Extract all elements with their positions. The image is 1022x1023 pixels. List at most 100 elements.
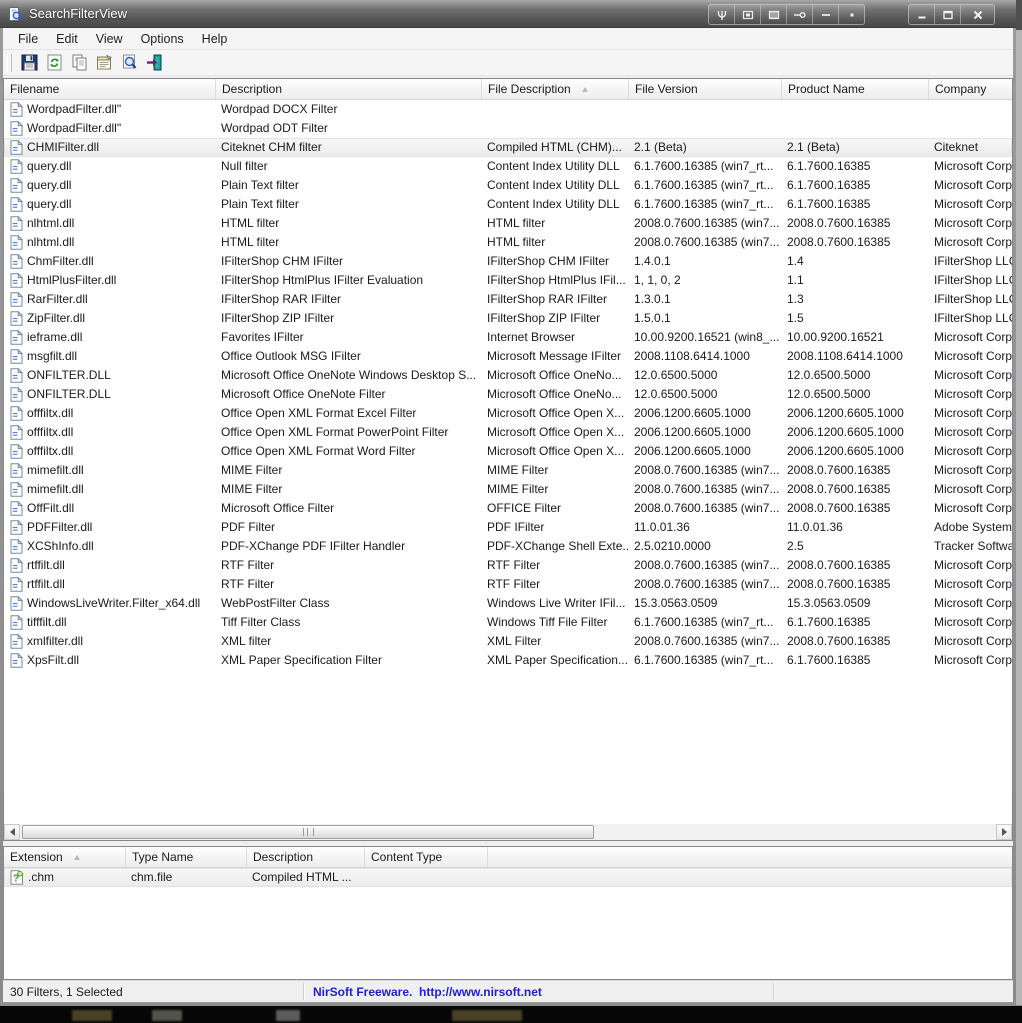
table-row[interactable]: WordpadFilter.dll" Wordpad ODT Filter [4, 119, 1012, 138]
filename-cell: msgfilt.dll [4, 347, 216, 366]
table-row[interactable]: RarFilter.dll IFilterShop RAR IFilter IF… [4, 290, 1012, 309]
column-header[interactable]: Company [929, 79, 1012, 99]
file-version-cell: 2008.0.7600.16385 (win7... [634, 558, 780, 572]
column-header[interactable]: Product Name [782, 79, 929, 99]
maximize-button[interactable] [935, 5, 961, 24]
app-icon [7, 6, 23, 22]
file-version-cell: 12.0.6500.5000 [634, 387, 718, 401]
extensions-list: Extension Type Name Description Content … [3, 846, 1013, 980]
file-version-cell: 1.3.0.1 [634, 292, 671, 306]
scrollbar-track[interactable] [20, 824, 996, 840]
table-row[interactable]: query.dll Plain Text filter Content Inde… [4, 176, 1012, 195]
description-cell: WebPostFilter Class [221, 596, 330, 610]
column-header[interactable]: Description [247, 847, 365, 867]
refresh-button[interactable] [42, 52, 66, 74]
shade-box-button[interactable] [761, 5, 787, 24]
menu-item[interactable]: File [9, 30, 47, 48]
scrollbar-thumb[interactable] [22, 825, 594, 839]
table-row[interactable]: query.dll Plain Text filter Content Inde… [4, 195, 1012, 214]
minimize-button[interactable] [909, 5, 935, 24]
table-row[interactable]: OffFilt.dll Microsoft Office Filter OFFI… [4, 499, 1012, 518]
table-row[interactable]: msgfilt.dll Office Outlook MSG IFilter M… [4, 347, 1012, 366]
table-row[interactable]: WindowsLiveWriter.Filter_x64.dll WebPost… [4, 594, 1012, 613]
column-header[interactable]: File Description [482, 79, 629, 99]
table-row[interactable]: XpsFilt.dll XML Paper Specification Filt… [4, 651, 1012, 670]
file-version-cell: 2008.0.7600.16385 (win7... [634, 501, 780, 515]
table-row[interactable]: tifffilt.dll Tiff Filter Class Windows T… [4, 613, 1012, 632]
menu-item[interactable]: Options [132, 30, 193, 48]
file-version-cell: 6.1.7600.16385 (win7_rt... [634, 197, 774, 211]
column-header[interactable]: File Version [629, 79, 782, 99]
dll-file-icon [10, 444, 23, 459]
properties-button[interactable] [92, 52, 116, 74]
table-row[interactable]: ZipFilter.dll IFilterShop ZIP IFilter IF… [4, 309, 1012, 328]
scroll-right-button[interactable] [996, 824, 1012, 840]
product-name-cell: 6.1.7600.16385 [787, 197, 871, 211]
description-cell: Microsoft Office Filter [221, 501, 335, 515]
horizontal-scrollbar[interactable] [4, 824, 1012, 840]
table-row[interactable]: WordpadFilter.dll" Wordpad DOCX Filter [4, 100, 1012, 119]
table-row[interactable]: nlhtml.dll HTML filter HTML filter 2008.… [4, 233, 1012, 252]
toolbar-gripper[interactable] [7, 53, 12, 72]
column-header[interactable]: Description [216, 79, 482, 99]
taskbar-app-icon[interactable] [452, 1010, 522, 1021]
wrench-button[interactable] [709, 5, 735, 24]
table-row[interactable]: mimefilt.dll MIME Filter MIME Filter 200… [4, 480, 1012, 499]
restore-box-icon [742, 10, 753, 19]
pin-button[interactable] [787, 5, 813, 24]
table-row[interactable]: ? .chm chm.file Compiled HTML ... [4, 868, 1012, 887]
company-cell: Microsoft Corp [934, 406, 1012, 420]
table-row[interactable]: offfiltx.dll Office Open XML Format Powe… [4, 423, 1012, 442]
title-bar[interactable]: SearchFilterView [0, 0, 1016, 28]
product-name-cell: 1.3 [787, 292, 804, 306]
table-row[interactable]: rtffilt.dll RTF Filter RTF Filter 2008.0… [4, 556, 1012, 575]
table-row[interactable]: xmlfilter.dll XML filter XML Filter 2008… [4, 632, 1012, 651]
table-row[interactable]: HtmlPlusFilter.dll IFilterShop HtmlPlus … [4, 271, 1012, 290]
table-row[interactable]: query.dll Null filter Content Index Util… [4, 157, 1012, 176]
menu-item[interactable]: Help [193, 30, 237, 48]
filename-text: HtmlPlusFilter.dll [27, 273, 117, 287]
taskbar-app-icon[interactable] [152, 1010, 182, 1021]
column-header[interactable]: Type Name [126, 847, 247, 867]
lower-table-header: Extension Type Name Description Content … [4, 847, 1012, 868]
table-row[interactable]: PDFFilter.dll PDF Filter PDF IFilter 11.… [4, 518, 1012, 537]
column-header[interactable]: Filename [4, 79, 216, 99]
table-row[interactable]: offfiltx.dll Office Open XML Format Word… [4, 442, 1012, 461]
close-button[interactable] [961, 5, 994, 24]
filename-text: ONFILTER.DLL [27, 387, 111, 401]
restore-box-button[interactable] [735, 5, 761, 24]
table-row[interactable]: CHMIFilter.dll Citeknet CHM filter Compi… [4, 138, 1012, 157]
menu-item[interactable]: View [87, 30, 132, 48]
table-row[interactable]: rtffilt.dll RTF Filter RTF Filter 2008.0… [4, 575, 1012, 594]
exit-button[interactable] [142, 52, 166, 74]
taskbar-app-icon[interactable] [276, 1010, 300, 1021]
filename-text: query.dll [27, 178, 72, 192]
product-name-cell: 2.5 [787, 539, 804, 553]
table-row[interactable]: ChmFilter.dll IFilterShop CHM IFilter IF… [4, 252, 1012, 271]
filename-text: XCShInfo.dll [27, 539, 94, 553]
desktop [1016, 0, 1022, 1005]
table-row[interactable]: mimefilt.dll MIME Filter MIME Filter 200… [4, 461, 1012, 480]
copy-button[interactable] [67, 52, 91, 74]
table-row[interactable]: XCShInfo.dll PDF-XChange PDF IFilter Han… [4, 537, 1012, 556]
column-header[interactable]: Extension [4, 847, 126, 867]
rollup-button[interactable] [813, 5, 839, 24]
column-header[interactable]: Content Type [365, 847, 488, 867]
thumb-grip-icon [302, 828, 314, 836]
table-row[interactable]: ONFILTER.DLL Microsoft Office OneNote Fi… [4, 385, 1012, 404]
table-row[interactable]: offfiltx.dll Office Open XML Format Exce… [4, 404, 1012, 423]
taskbar-app-icon[interactable] [72, 1010, 112, 1021]
nirsoft-link[interactable]: NirSoft Freeware. http://www.nirsoft.net [313, 981, 542, 1002]
table-row[interactable]: nlhtml.dll HTML filter HTML filter 2008.… [4, 214, 1012, 233]
scroll-left-button[interactable] [4, 824, 20, 840]
company-cell: Microsoft Corp [934, 159, 1012, 173]
filename-cell: RarFilter.dll [4, 290, 216, 309]
tray-minimize-button[interactable] [839, 5, 864, 24]
company-cell: Microsoft Corp [934, 330, 1012, 344]
save-button[interactable] [17, 52, 41, 74]
find-button[interactable] [117, 52, 141, 74]
menu-item[interactable]: Edit [47, 30, 87, 48]
product-name-cell: 2008.0.7600.16385 [787, 463, 891, 477]
table-row[interactable]: ONFILTER.DLL Microsoft Office OneNote Wi… [4, 366, 1012, 385]
table-row[interactable]: ieframe.dll Favorites IFilter Internet B… [4, 328, 1012, 347]
